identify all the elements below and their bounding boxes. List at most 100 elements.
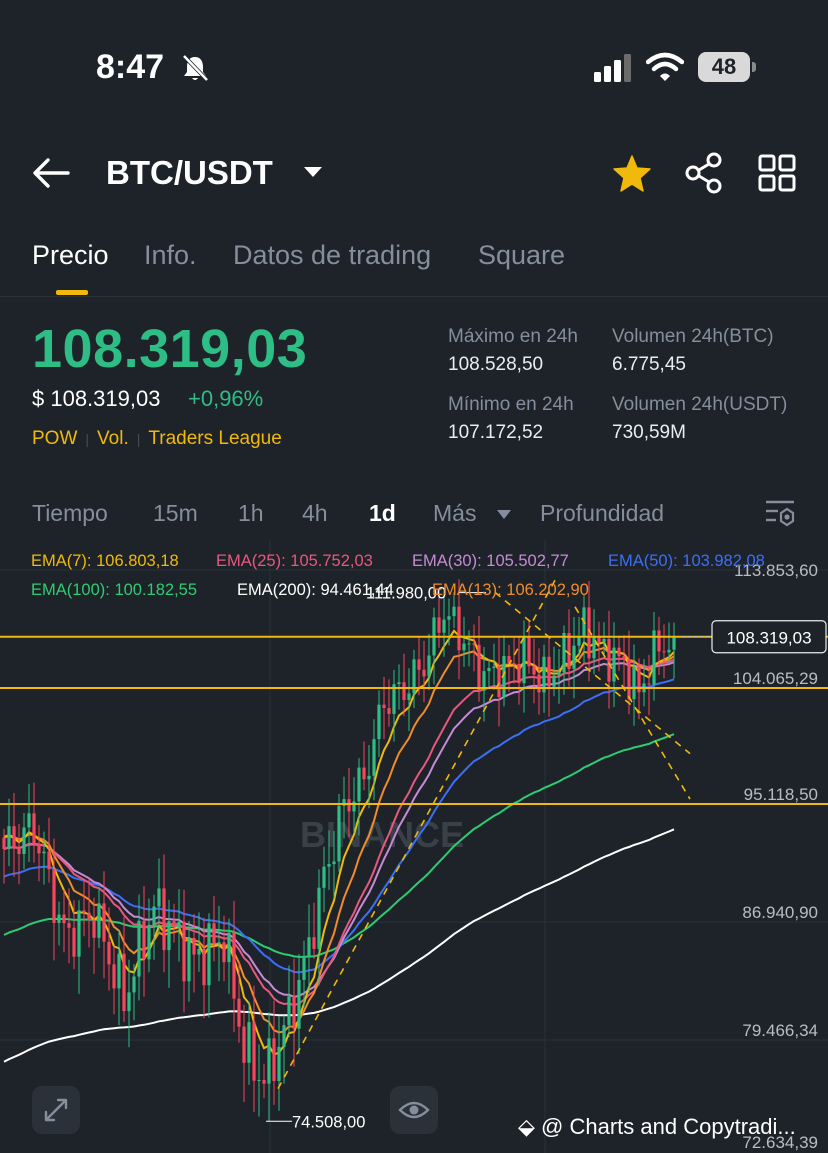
candle-body [237, 998, 241, 1027]
candle-body [602, 639, 606, 643]
volume-btc-value: 6.775,45 [612, 354, 686, 375]
candle-body [332, 861, 336, 865]
expand-chart-button[interactable] [32, 1086, 80, 1134]
candle-body [17, 847, 21, 854]
interval-15m[interactable]: 15m [153, 500, 198, 527]
y-axis-tick-label: 79.466,34 [742, 1021, 818, 1040]
ema-legend-0: EMA(7): 106.803,18 [31, 552, 179, 570]
candle-body [512, 663, 516, 665]
candle-body [567, 633, 571, 669]
candle-body [147, 924, 151, 960]
back-arrow-icon[interactable] [32, 156, 70, 190]
candle-body [312, 937, 316, 949]
usd-price: $ 108.319,03 [32, 386, 161, 411]
candle-body [452, 606, 456, 617]
main-tabs: Precio Info. Datos de trading Square [32, 240, 828, 296]
candle-body [142, 920, 146, 960]
interval-1d[interactable]: 1d [369, 500, 396, 527]
candle-body [372, 739, 376, 776]
candle-body [662, 651, 666, 653]
candle-body [407, 693, 411, 700]
interval-tiempo[interactable]: Tiempo [32, 500, 108, 527]
interval-4h[interactable]: 4h [302, 500, 328, 527]
ema-legend-3: EMA(50): 103.982,08 [608, 552, 765, 570]
candle-body [122, 953, 126, 1012]
candle-body [347, 799, 351, 812]
volume-usdt-value: 730,59M [612, 422, 686, 443]
candle-body [437, 617, 441, 633]
credit-text: @ Charts and Copytradi... [541, 1114, 796, 1139]
candle-body [367, 775, 371, 780]
candle-body [597, 636, 601, 643]
candle-body [77, 910, 81, 957]
low-annotation: 74.508,00 [292, 1113, 365, 1131]
chevron-down-icon[interactable] [496, 509, 512, 520]
trendline-dashed [574, 606, 691, 800]
share-icon[interactable] [684, 152, 724, 194]
candle-body [172, 921, 176, 928]
tag-traders-league[interactable]: Traders League [148, 428, 281, 449]
interval-mas[interactable]: Más [433, 500, 476, 527]
active-tab-indicator [56, 290, 88, 295]
candle-body [182, 921, 186, 982]
candle-body [477, 644, 481, 691]
candle-body [617, 647, 621, 657]
candle-body [522, 636, 526, 684]
ema-legend-4: EMA(100): 100.182,55 [31, 581, 197, 599]
candle-body [267, 1038, 271, 1084]
volume-usdt-label: Volumen 24h(USDT) [612, 394, 788, 415]
ema-legend-5: EMA(200): 94.461,44 [237, 581, 394, 599]
tag-vol[interactable]: Vol. [97, 428, 129, 449]
candle-body [257, 1080, 261, 1081]
high-24h-label: Máximo en 24h [448, 326, 578, 347]
price-chart[interactable]: BINANCE111.980,0074.508,00104.065,2995.1… [0, 540, 828, 1153]
candle-body [272, 1038, 276, 1081]
candle-body [202, 949, 206, 986]
candle-body [622, 656, 626, 660]
candle-body [217, 942, 221, 944]
tab-precio[interactable]: Precio [32, 240, 109, 271]
price-change-percent: +0,96% [188, 386, 264, 411]
candle-body [57, 914, 61, 923]
tab-info[interactable]: Info. [144, 240, 197, 271]
candle-body [87, 912, 91, 921]
interval-1h[interactable]: 1h [238, 500, 264, 527]
visibility-toggle-button[interactable] [390, 1086, 438, 1134]
tab-datos-de-trading[interactable]: Datos de trading [233, 240, 431, 271]
expand-icon [44, 1098, 68, 1122]
candle-body [322, 866, 326, 888]
candle-body [192, 938, 196, 955]
interval-profundidad[interactable]: Profundidad [540, 500, 664, 527]
candle-body [37, 843, 41, 854]
candle-body [2, 837, 6, 849]
candle-body [667, 649, 671, 653]
chevron-down-icon[interactable] [302, 164, 324, 180]
candle-body [497, 666, 501, 698]
candle-body [157, 888, 161, 907]
candle-body [207, 923, 211, 986]
status-bar: 8:47 48 [0, 0, 828, 130]
candle-body [112, 964, 116, 989]
candle-body [297, 979, 301, 1029]
candle-body [232, 932, 236, 999]
bell-muted-icon [182, 54, 209, 82]
tag-pow[interactable]: POW [32, 428, 77, 449]
wifi-icon [646, 52, 684, 81]
low-24h-value: 107.172,52 [448, 422, 544, 443]
star-favorite-icon[interactable] [612, 154, 652, 194]
diamond-logo-icon: ⬙ [518, 1114, 535, 1139]
candle-body [517, 664, 521, 684]
pair-title[interactable]: BTC/USDT [106, 154, 273, 192]
candle-body [672, 636, 676, 650]
candle-body [67, 923, 71, 928]
candle-body [607, 639, 611, 682]
candle-body [472, 643, 476, 645]
candle-body [42, 851, 46, 854]
candle-body [52, 869, 56, 923]
candle-body [447, 616, 451, 620]
credit-overlay: ⬙ @ Charts and Copytradi... [518, 1114, 796, 1140]
grid-menu-icon[interactable] [758, 154, 796, 192]
tab-square[interactable]: Square [478, 240, 565, 271]
chart-settings-icon[interactable] [764, 498, 796, 528]
candle-body [652, 630, 656, 685]
